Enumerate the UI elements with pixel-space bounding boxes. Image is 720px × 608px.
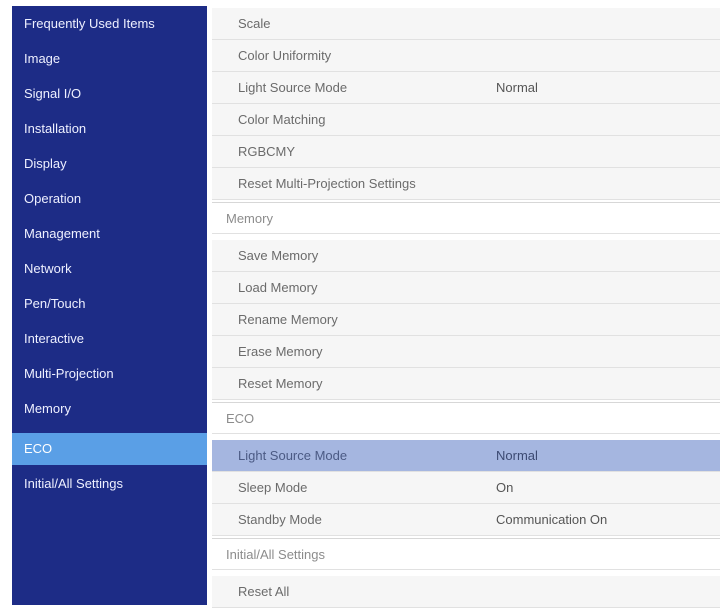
sidebar-item-installation[interactable]: Installation xyxy=(12,113,207,145)
row-value: On xyxy=(496,480,514,495)
settings-panel: Scale Color Uniformity Light Source Mode… xyxy=(212,6,720,608)
sidebar-item-multi-projection[interactable]: Multi-Projection xyxy=(12,358,207,390)
projector-menu-screen: Frequently Used Items Image Signal I/O I… xyxy=(0,0,720,608)
sidebar-item-label: Pen/Touch xyxy=(24,296,86,311)
sidebar-item-label: Display xyxy=(24,156,67,171)
menu-row-eco-light-source-mode[interactable]: Light Source Mode Normal xyxy=(212,440,720,472)
row-label: Color Matching xyxy=(238,112,326,127)
menu-row-sleep-mode[interactable]: Sleep Mode On xyxy=(212,472,720,504)
row-label: Erase Memory xyxy=(238,344,323,359)
sidebar-item-signal-io[interactable]: Signal I/O xyxy=(12,78,207,110)
sidebar-item-network[interactable]: Network xyxy=(12,253,207,285)
menu-row-reset-multi-projection[interactable]: Reset Multi-Projection Settings xyxy=(212,168,720,200)
menu-row-color-uniformity[interactable]: Color Uniformity xyxy=(212,40,720,72)
row-label: Standby Mode xyxy=(238,512,322,527)
sidebar-item-label: Initial/All Settings xyxy=(24,476,123,491)
row-value: Normal xyxy=(496,80,538,95)
menu-row-rgbcmy[interactable]: RGBCMY xyxy=(212,136,720,168)
sidebar-item-label: Management xyxy=(24,226,100,241)
row-value: Communication On xyxy=(496,512,608,527)
sidebar-item-image[interactable]: Image xyxy=(12,43,207,75)
sidebar-item-label: Multi-Projection xyxy=(24,366,114,381)
row-label: Light Source Mode xyxy=(238,80,348,95)
menu-row-reset-memory[interactable]: Reset Memory xyxy=(212,368,720,400)
menu-row-rename-memory[interactable]: Rename Memory xyxy=(212,304,720,336)
row-label: Sleep Mode xyxy=(238,480,308,495)
sidebar-item-interactive[interactable]: Interactive xyxy=(12,323,207,355)
sidebar-item-label: Operation xyxy=(24,191,82,206)
sidebar-item-eco[interactable]: ECO xyxy=(12,433,207,465)
section-title: Initial/All Settings xyxy=(226,547,325,562)
sidebar-item-pen-touch[interactable]: Pen/Touch xyxy=(12,288,207,320)
row-label: Reset All xyxy=(238,584,290,599)
sidebar-item-label: Image xyxy=(24,51,61,66)
menu-row-light-source-mode[interactable]: Light Source Mode Normal xyxy=(212,72,720,104)
sidebar-item-initial-all-settings[interactable]: Initial/All Settings xyxy=(12,468,207,500)
sidebar-item-label: Interactive xyxy=(24,331,84,346)
sidebar-item-label: Network xyxy=(24,261,72,276)
sidebar-item-management[interactable]: Management xyxy=(12,218,207,250)
row-label: Color Uniformity xyxy=(238,48,332,63)
row-value: Normal xyxy=(496,448,538,463)
menu-row-scale[interactable]: Scale xyxy=(212,8,720,40)
sidebar-item-display[interactable]: Display xyxy=(12,148,207,180)
sidebar-menu: Frequently Used Items Image Signal I/O I… xyxy=(12,6,207,605)
menu-row-standby-mode[interactable]: Standby Mode Communication On xyxy=(212,504,720,536)
row-label: Load Memory xyxy=(238,280,318,295)
sidebar-item-label: Signal I/O xyxy=(24,86,82,101)
row-label: Light Source Mode xyxy=(238,448,348,463)
row-label: Scale xyxy=(238,16,271,31)
row-label: Save Memory xyxy=(238,248,319,263)
row-label: Reset Multi-Projection Settings xyxy=(238,176,416,191)
sidebar-item-memory[interactable]: Memory xyxy=(12,393,207,425)
menu-row-erase-memory[interactable]: Erase Memory xyxy=(212,336,720,368)
section-header-initial-all-settings: Initial/All Settings xyxy=(212,538,720,570)
menu-row-save-memory[interactable]: Save Memory xyxy=(212,240,720,272)
menu-row-color-matching[interactable]: Color Matching xyxy=(212,104,720,136)
sidebar-item-label: Memory xyxy=(24,401,71,416)
row-label: Reset Memory xyxy=(238,376,323,391)
sidebar-item-label: Frequently Used Items xyxy=(24,16,155,31)
sidebar-item-operation[interactable]: Operation xyxy=(12,183,207,215)
row-label: RGBCMY xyxy=(238,144,296,159)
sidebar-item-frequently-used[interactable]: Frequently Used Items xyxy=(12,8,207,40)
menu-row-reset-all[interactable]: Reset All xyxy=(212,576,720,608)
section-title: ECO xyxy=(226,411,255,426)
row-label: Rename Memory xyxy=(238,312,338,327)
menu-row-load-memory[interactable]: Load Memory xyxy=(212,272,720,304)
sidebar-item-label: ECO xyxy=(24,441,53,456)
sidebar-item-label: Installation xyxy=(24,121,87,136)
section-title: Memory xyxy=(226,211,273,226)
section-header-memory: Memory xyxy=(212,202,720,234)
section-header-eco: ECO xyxy=(212,402,720,434)
